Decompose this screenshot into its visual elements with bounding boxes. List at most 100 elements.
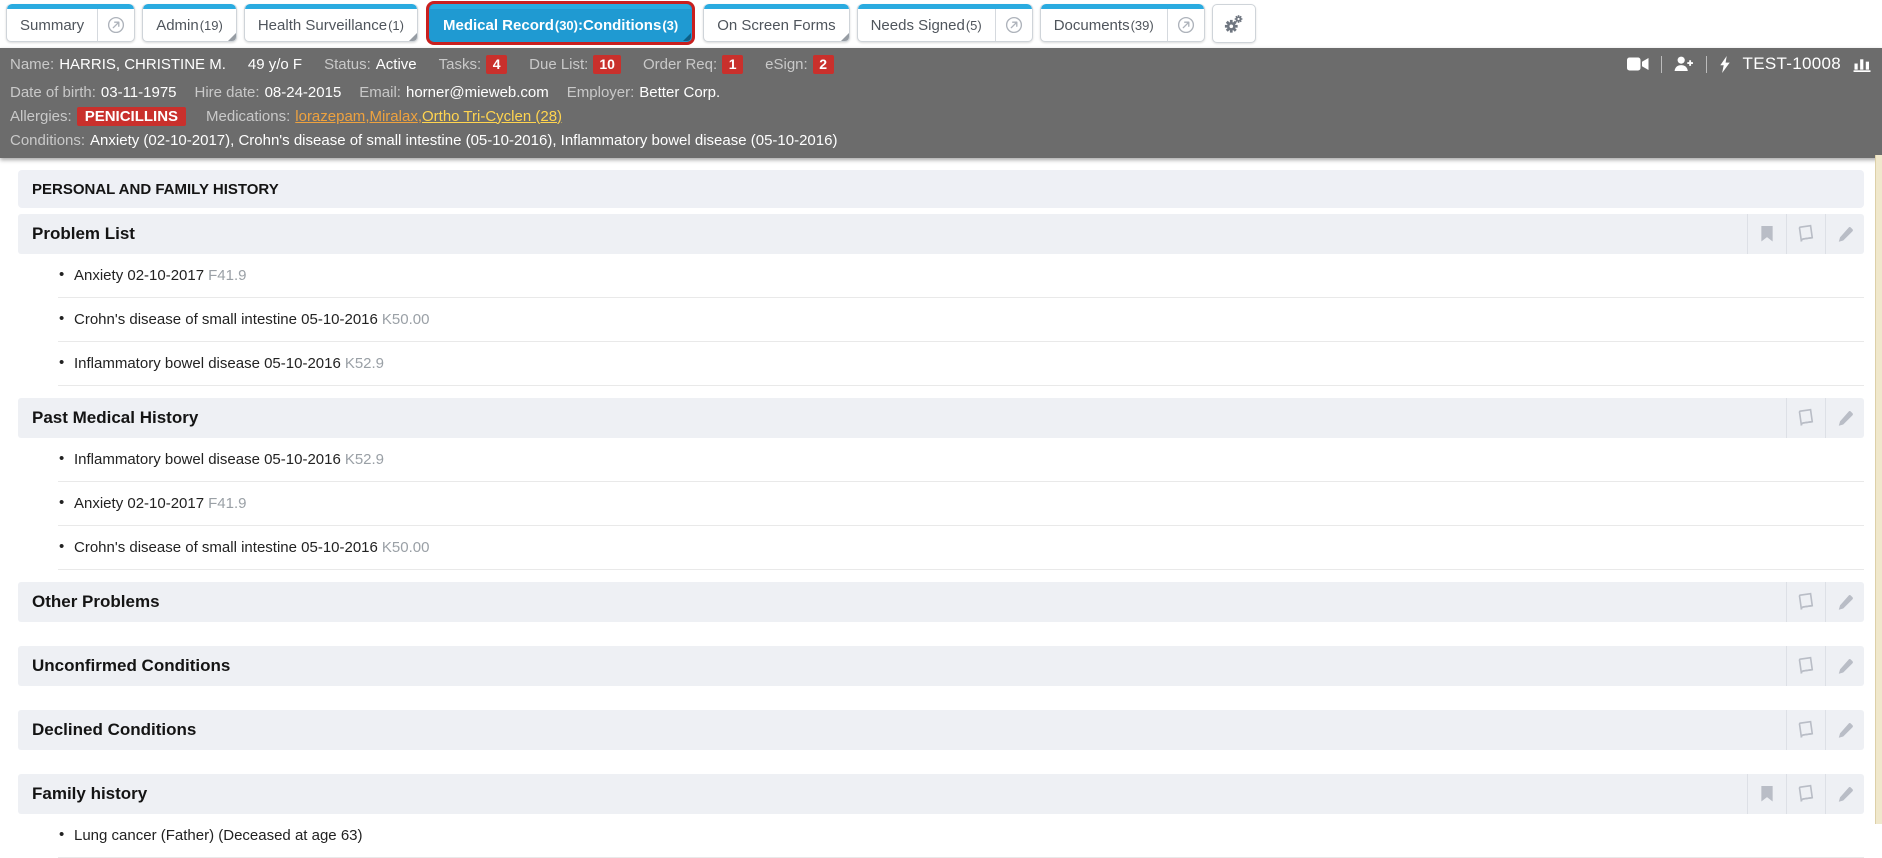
item-code: K52.9 xyxy=(345,355,384,372)
lightning-icon[interactable] xyxy=(1719,56,1731,73)
tab-summary[interactable]: Summary xyxy=(6,4,135,42)
section-header: Other Problems xyxy=(18,582,1864,622)
medication-link[interactable]: Ortho Tri-Cyclen (28) xyxy=(422,108,562,125)
medication-link[interactable]: Miralax xyxy=(369,108,417,125)
medication-link[interactable]: lorazepam xyxy=(295,108,365,125)
tab-needs-signed[interactable]: Needs Signed (5) xyxy=(857,4,1033,42)
medications-label: Medications: xyxy=(206,108,290,125)
sections-container: Problem ListAnxiety 02-10-2017F41.9Crohn… xyxy=(18,214,1864,858)
section-icons xyxy=(1786,646,1864,686)
patient-field: Order Req: 1 xyxy=(643,55,743,74)
book-icon[interactable] xyxy=(1786,398,1825,438)
list-item: Lung cancer (Father) (Deceased at age 63… xyxy=(58,814,1864,858)
tab-label: Summary xyxy=(7,4,97,41)
tab-medical-record[interactable]: Medical Record (30):Conditions (3) xyxy=(429,4,692,42)
book-icon[interactable] xyxy=(1786,214,1825,254)
field-label: Hire date: xyxy=(195,84,260,101)
item-code: K50.00 xyxy=(382,311,430,328)
item-list: Anxiety 02-10-2017F41.9 Crohn's disease o… xyxy=(18,254,1864,386)
tab-settings-button[interactable] xyxy=(1212,4,1256,43)
patient-field: Status:Active xyxy=(324,56,417,73)
item-text: Crohn's disease of small intestine 05-10… xyxy=(74,539,378,556)
field-label: Status: xyxy=(324,56,371,73)
tab-label: Medical Record (30):Conditions (3) xyxy=(430,4,691,41)
main-content: PERSONAL AND FAMILY HISTORY Problem List… xyxy=(0,158,1882,858)
book-icon[interactable] xyxy=(1786,582,1825,622)
conditions-value: Anxiety (02-10-2017), Crohn's disease of… xyxy=(90,132,837,149)
book-icon[interactable] xyxy=(1786,710,1825,750)
tab-label-text: Admin xyxy=(156,17,199,34)
popout-icon[interactable] xyxy=(97,4,134,41)
tab-bar: Summary Admin (19)Health Surveillance (1)… xyxy=(0,0,1882,48)
allergies-label: Allergies: xyxy=(10,108,72,125)
count-badge[interactable]: 10 xyxy=(593,55,621,74)
patient-field: Name:HARRIS, CHRISTINE M. xyxy=(10,56,226,73)
section-title: Problem List xyxy=(32,224,135,244)
item-list: Lung cancer (Father) (Deceased at age 63… xyxy=(18,814,1864,858)
allergies-medications-row: Allergies: PENICILLINS Medications: lorazep… xyxy=(10,104,1872,128)
tab-documents[interactable]: Documents (39) xyxy=(1040,4,1205,42)
tab-label-text: Medical Record xyxy=(443,17,554,34)
tab-admin[interactable]: Admin (19) xyxy=(142,4,237,42)
bar-chart-icon[interactable] xyxy=(1853,56,1872,72)
item-text: Anxiety 02-10-2017 xyxy=(74,267,204,284)
patient-field: Hire date:08-24-2015 xyxy=(195,84,342,101)
app: Summary Admin (19)Health Surveillance (1)… xyxy=(0,0,1882,858)
patient-field: Due List: 10 xyxy=(529,55,621,74)
list-item: Inflammatory bowel disease 05-10-2016K52… xyxy=(58,342,1864,386)
bookmark-icon[interactable] xyxy=(1747,774,1786,814)
tab-label: Documents (39) xyxy=(1041,4,1167,41)
book-icon[interactable] xyxy=(1786,646,1825,686)
tab-label-text: Health Surveillance xyxy=(258,17,387,34)
popout-icon[interactable] xyxy=(995,4,1032,41)
count-badge[interactable]: 2 xyxy=(813,55,834,74)
tab-label-text: (3) xyxy=(662,18,678,33)
fold-corner-icon xyxy=(409,33,417,41)
add-person-icon[interactable] xyxy=(1674,56,1694,72)
count-badge[interactable]: 1 xyxy=(722,55,743,74)
count-badge[interactable]: 4 xyxy=(486,55,507,74)
section-declined-conditions: Declined Conditions xyxy=(18,710,1864,750)
tab-label-text: On Screen Forms xyxy=(717,17,835,34)
video-camera-icon[interactable] xyxy=(1627,57,1649,71)
item-code: F41.9 xyxy=(208,495,246,512)
field-label: Order Req: xyxy=(643,56,717,73)
section-header: Unconfirmed Conditions xyxy=(18,646,1864,686)
pencil-icon[interactable] xyxy=(1825,398,1864,438)
tab-label-text: :Conditions xyxy=(578,17,661,34)
patient-field: Tasks:4 xyxy=(439,55,508,74)
item-code: F41.9 xyxy=(208,267,246,284)
pencil-icon[interactable] xyxy=(1825,214,1864,254)
section-title: Past Medical History xyxy=(32,408,198,428)
tab-health-surveillance[interactable]: Health Surveillance (1) xyxy=(244,4,418,42)
tab-label-text: (30) xyxy=(555,18,578,33)
tab-label-text: (5) xyxy=(966,18,982,33)
item-code: K52.9 xyxy=(345,451,384,468)
popout-icon[interactable] xyxy=(1167,4,1204,41)
tab-on-screen-forms[interactable]: On Screen Forms xyxy=(703,4,849,42)
section-other-problems: Other Problems xyxy=(18,582,1864,622)
list-item: Anxiety 02-10-2017F41.9 xyxy=(58,482,1864,526)
list-item: Crohn's disease of small intestine 05-10… xyxy=(58,298,1864,342)
bookmark-icon[interactable] xyxy=(1747,214,1786,254)
allergy-badge: PENICILLINS xyxy=(77,107,186,126)
pencil-icon[interactable] xyxy=(1825,646,1864,686)
item-code: K50.00 xyxy=(382,539,430,556)
divider xyxy=(1706,56,1707,73)
fold-corner-icon xyxy=(228,33,236,41)
book-icon[interactable] xyxy=(1786,774,1825,814)
conditions-row: Conditions:Anxiety (02-10-2017), Crohn's… xyxy=(10,128,1872,152)
section-header: Past Medical History xyxy=(18,398,1864,438)
item-text: Inflammatory bowel disease 05-10-2016 xyxy=(74,451,341,468)
field-label: Date of birth: xyxy=(10,84,96,101)
tab-label-text: Documents xyxy=(1054,17,1130,34)
item-list: Inflammatory bowel disease 05-10-2016K52… xyxy=(18,438,1864,570)
pencil-icon[interactable] xyxy=(1825,710,1864,750)
pencil-icon[interactable] xyxy=(1825,582,1864,622)
patient-field: 49 y/o F xyxy=(248,56,302,73)
field-label: Due List: xyxy=(529,56,588,73)
field-value: Better Corp. xyxy=(639,84,720,101)
pencil-icon[interactable] xyxy=(1825,774,1864,814)
section-family-history: Family historyLung cancer (Father) (Dece… xyxy=(18,774,1864,858)
tab-label-text: Summary xyxy=(20,17,84,34)
